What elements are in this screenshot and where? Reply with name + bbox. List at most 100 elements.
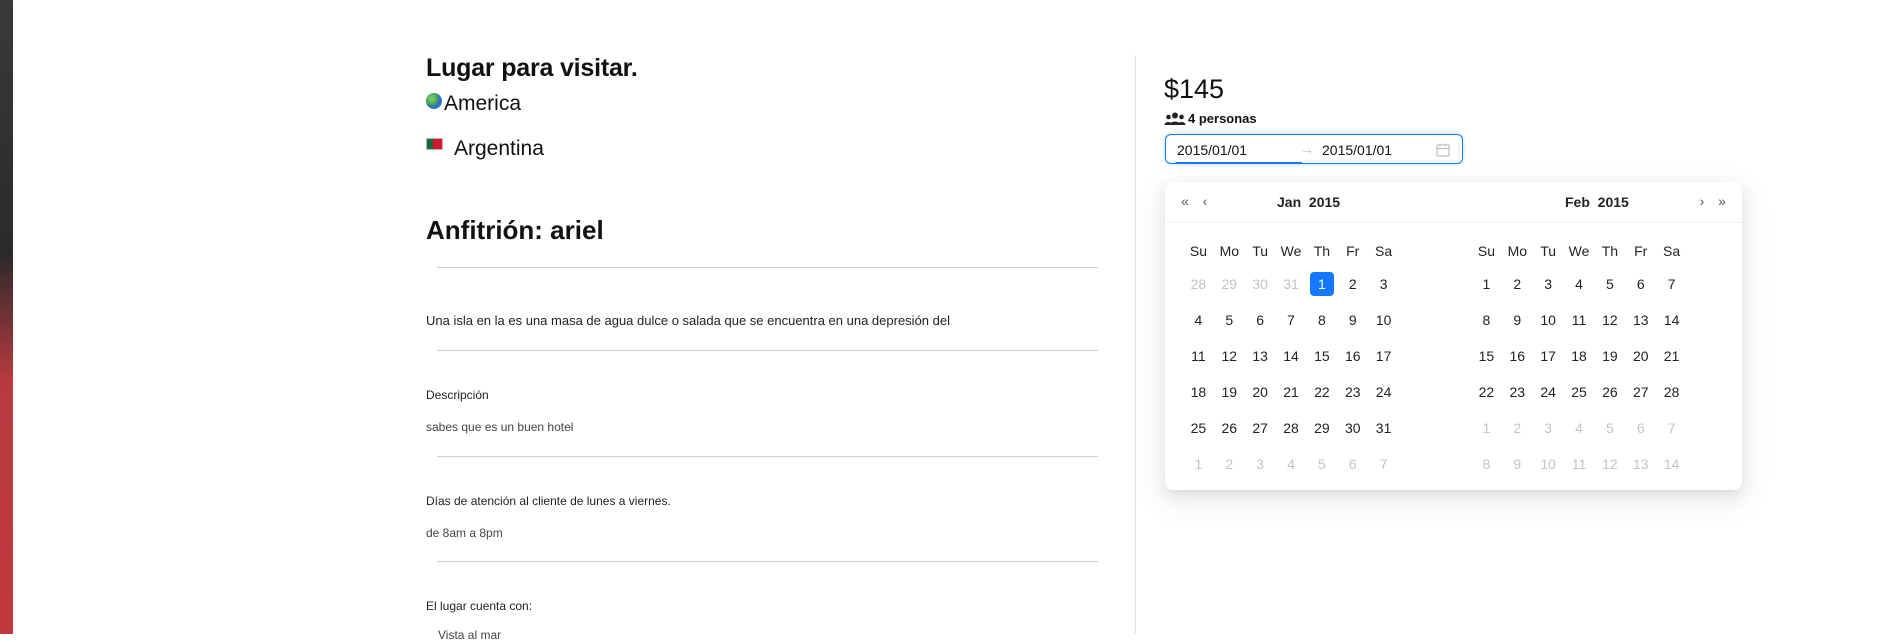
day-cell[interactable]: 22 xyxy=(1306,384,1337,400)
day-cell[interactable]: 16 xyxy=(1337,348,1368,364)
day-cell[interactable]: 8 xyxy=(1306,312,1337,328)
day-number[interactable]: 14 xyxy=(1283,348,1299,364)
day-cell[interactable]: 13 xyxy=(1625,312,1656,328)
day-cell[interactable]: 7 xyxy=(1656,420,1687,436)
year-name[interactable]: 2015 xyxy=(1598,194,1629,210)
day-cell[interactable]: 6 xyxy=(1625,276,1656,292)
day-cell[interactable]: 8 xyxy=(1471,456,1502,472)
day-number[interactable]: 10 xyxy=(1540,312,1556,328)
day-number[interactable]: 12 xyxy=(1602,456,1618,472)
day-number[interactable]: 10 xyxy=(1376,312,1392,328)
day-number[interactable]: 25 xyxy=(1571,384,1587,400)
day-cell[interactable]: 29 xyxy=(1306,420,1337,436)
day-number[interactable]: 23 xyxy=(1510,384,1526,400)
day-cell[interactable]: 14 xyxy=(1656,312,1687,328)
end-date-input[interactable]: 2015/01/01 xyxy=(1322,142,1392,158)
day-number[interactable]: 6 xyxy=(1637,276,1645,292)
month-title-right[interactable]: Feb 2015 xyxy=(1565,194,1629,210)
day-number[interactable]: 4 xyxy=(1287,456,1295,472)
day-cell[interactable]: 7 xyxy=(1656,276,1687,292)
day-number[interactable]: 14 xyxy=(1664,456,1680,472)
day-number[interactable]: 4 xyxy=(1195,312,1203,328)
day-number[interactable]: 18 xyxy=(1191,384,1207,400)
day-number[interactable]: 16 xyxy=(1510,348,1526,364)
day-cell[interactable]: 11 xyxy=(1183,348,1214,364)
month-name[interactable]: Jan xyxy=(1277,194,1301,210)
day-number[interactable]: 1 xyxy=(1483,420,1491,436)
day-cell[interactable]: 20 xyxy=(1245,384,1276,400)
day-cell[interactable]: 3 xyxy=(1245,456,1276,472)
day-cell[interactable]: 27 xyxy=(1625,384,1656,400)
day-number[interactable]: 8 xyxy=(1483,312,1491,328)
day-cell[interactable]: 14 xyxy=(1656,456,1687,472)
day-cell[interactable]: 26 xyxy=(1214,420,1245,436)
year-name[interactable]: 2015 xyxy=(1309,194,1340,210)
day-cell[interactable]: 12 xyxy=(1214,348,1245,364)
day-cell[interactable]: 3 xyxy=(1533,276,1564,292)
day-number[interactable]: 13 xyxy=(1633,312,1649,328)
day-cell[interactable]: 30 xyxy=(1337,420,1368,436)
day-number[interactable]: 4 xyxy=(1575,420,1583,436)
day-number[interactable]: 30 xyxy=(1252,276,1268,292)
day-cell[interactable]: 1 xyxy=(1471,420,1502,436)
day-number[interactable]: 11 xyxy=(1572,312,1587,328)
day-number[interactable]: 26 xyxy=(1602,384,1618,400)
day-cell[interactable]: 13 xyxy=(1625,456,1656,472)
day-cell[interactable]: 27 xyxy=(1245,420,1276,436)
day-cell[interactable]: 5 xyxy=(1594,276,1625,292)
day-number[interactable]: 30 xyxy=(1345,420,1361,436)
day-number[interactable]: 19 xyxy=(1602,348,1618,364)
day-cell[interactable]: 10 xyxy=(1368,312,1399,328)
day-cell[interactable]: 26 xyxy=(1594,384,1625,400)
day-number[interactable]: 13 xyxy=(1633,456,1649,472)
day-cell[interactable]: 1 xyxy=(1471,276,1502,292)
day-number[interactable]: 25 xyxy=(1191,420,1207,436)
day-cell[interactable]: 5 xyxy=(1594,420,1625,436)
day-number[interactable]: 3 xyxy=(1544,420,1552,436)
day-cell[interactable]: 10 xyxy=(1533,312,1564,328)
day-number[interactable]: 17 xyxy=(1540,348,1556,364)
day-cell[interactable]: 2 xyxy=(1502,420,1533,436)
day-cell[interactable]: 15 xyxy=(1306,348,1337,364)
day-cell[interactable]: 22 xyxy=(1471,384,1502,400)
day-number[interactable]: 28 xyxy=(1283,420,1299,436)
day-number[interactable]: 5 xyxy=(1225,312,1233,328)
day-number[interactable]: 28 xyxy=(1664,384,1680,400)
prev-month-icon[interactable]: ‹ xyxy=(1197,193,1213,209)
day-cell[interactable]: 7 xyxy=(1276,312,1307,328)
day-number[interactable]: 9 xyxy=(1513,312,1521,328)
day-number[interactable]: 8 xyxy=(1483,456,1491,472)
day-number[interactable]: 7 xyxy=(1668,420,1676,436)
day-number[interactable]: 6 xyxy=(1349,456,1357,472)
day-cell[interactable]: 11 xyxy=(1564,312,1595,328)
day-number[interactable]: 8 xyxy=(1318,312,1326,328)
day-cell[interactable]: 6 xyxy=(1625,420,1656,436)
day-cell[interactable]: 3 xyxy=(1368,276,1399,292)
day-cell[interactable]: 4 xyxy=(1564,276,1595,292)
day-cell[interactable]: 29 xyxy=(1214,276,1245,292)
day-number[interactable]: 10 xyxy=(1540,456,1556,472)
day-number[interactable]: 6 xyxy=(1637,420,1645,436)
day-number[interactable]: 6 xyxy=(1256,312,1264,328)
month-name[interactable]: Feb xyxy=(1565,194,1590,210)
day-number[interactable]: 20 xyxy=(1633,348,1649,364)
day-number[interactable]: 1 xyxy=(1309,272,1334,296)
day-number[interactable]: 12 xyxy=(1222,348,1238,364)
day-number[interactable]: 3 xyxy=(1256,456,1264,472)
day-cell[interactable]: 11 xyxy=(1564,456,1595,472)
month-title-left[interactable]: Jan 2015 xyxy=(1277,194,1340,210)
date-range-picker[interactable]: 2015/01/01 → 2015/01/01 xyxy=(1165,134,1463,164)
day-number[interactable]: 2 xyxy=(1513,276,1521,292)
day-number[interactable]: 13 xyxy=(1252,348,1268,364)
day-cell[interactable]: 21 xyxy=(1656,348,1687,364)
day-number[interactable]: 24 xyxy=(1540,384,1556,400)
super-prev-icon[interactable]: « xyxy=(1177,193,1193,209)
day-cell[interactable]: 19 xyxy=(1214,384,1245,400)
day-number[interactable]: 11 xyxy=(1572,456,1587,472)
day-number[interactable]: 19 xyxy=(1222,384,1238,400)
day-number[interactable]: 31 xyxy=(1376,420,1392,436)
start-date-input[interactable]: 2015/01/01 xyxy=(1177,142,1247,158)
day-cell[interactable]: 9 xyxy=(1502,456,1533,472)
day-cell[interactable]: 12 xyxy=(1594,312,1625,328)
day-cell[interactable]: 9 xyxy=(1337,312,1368,328)
